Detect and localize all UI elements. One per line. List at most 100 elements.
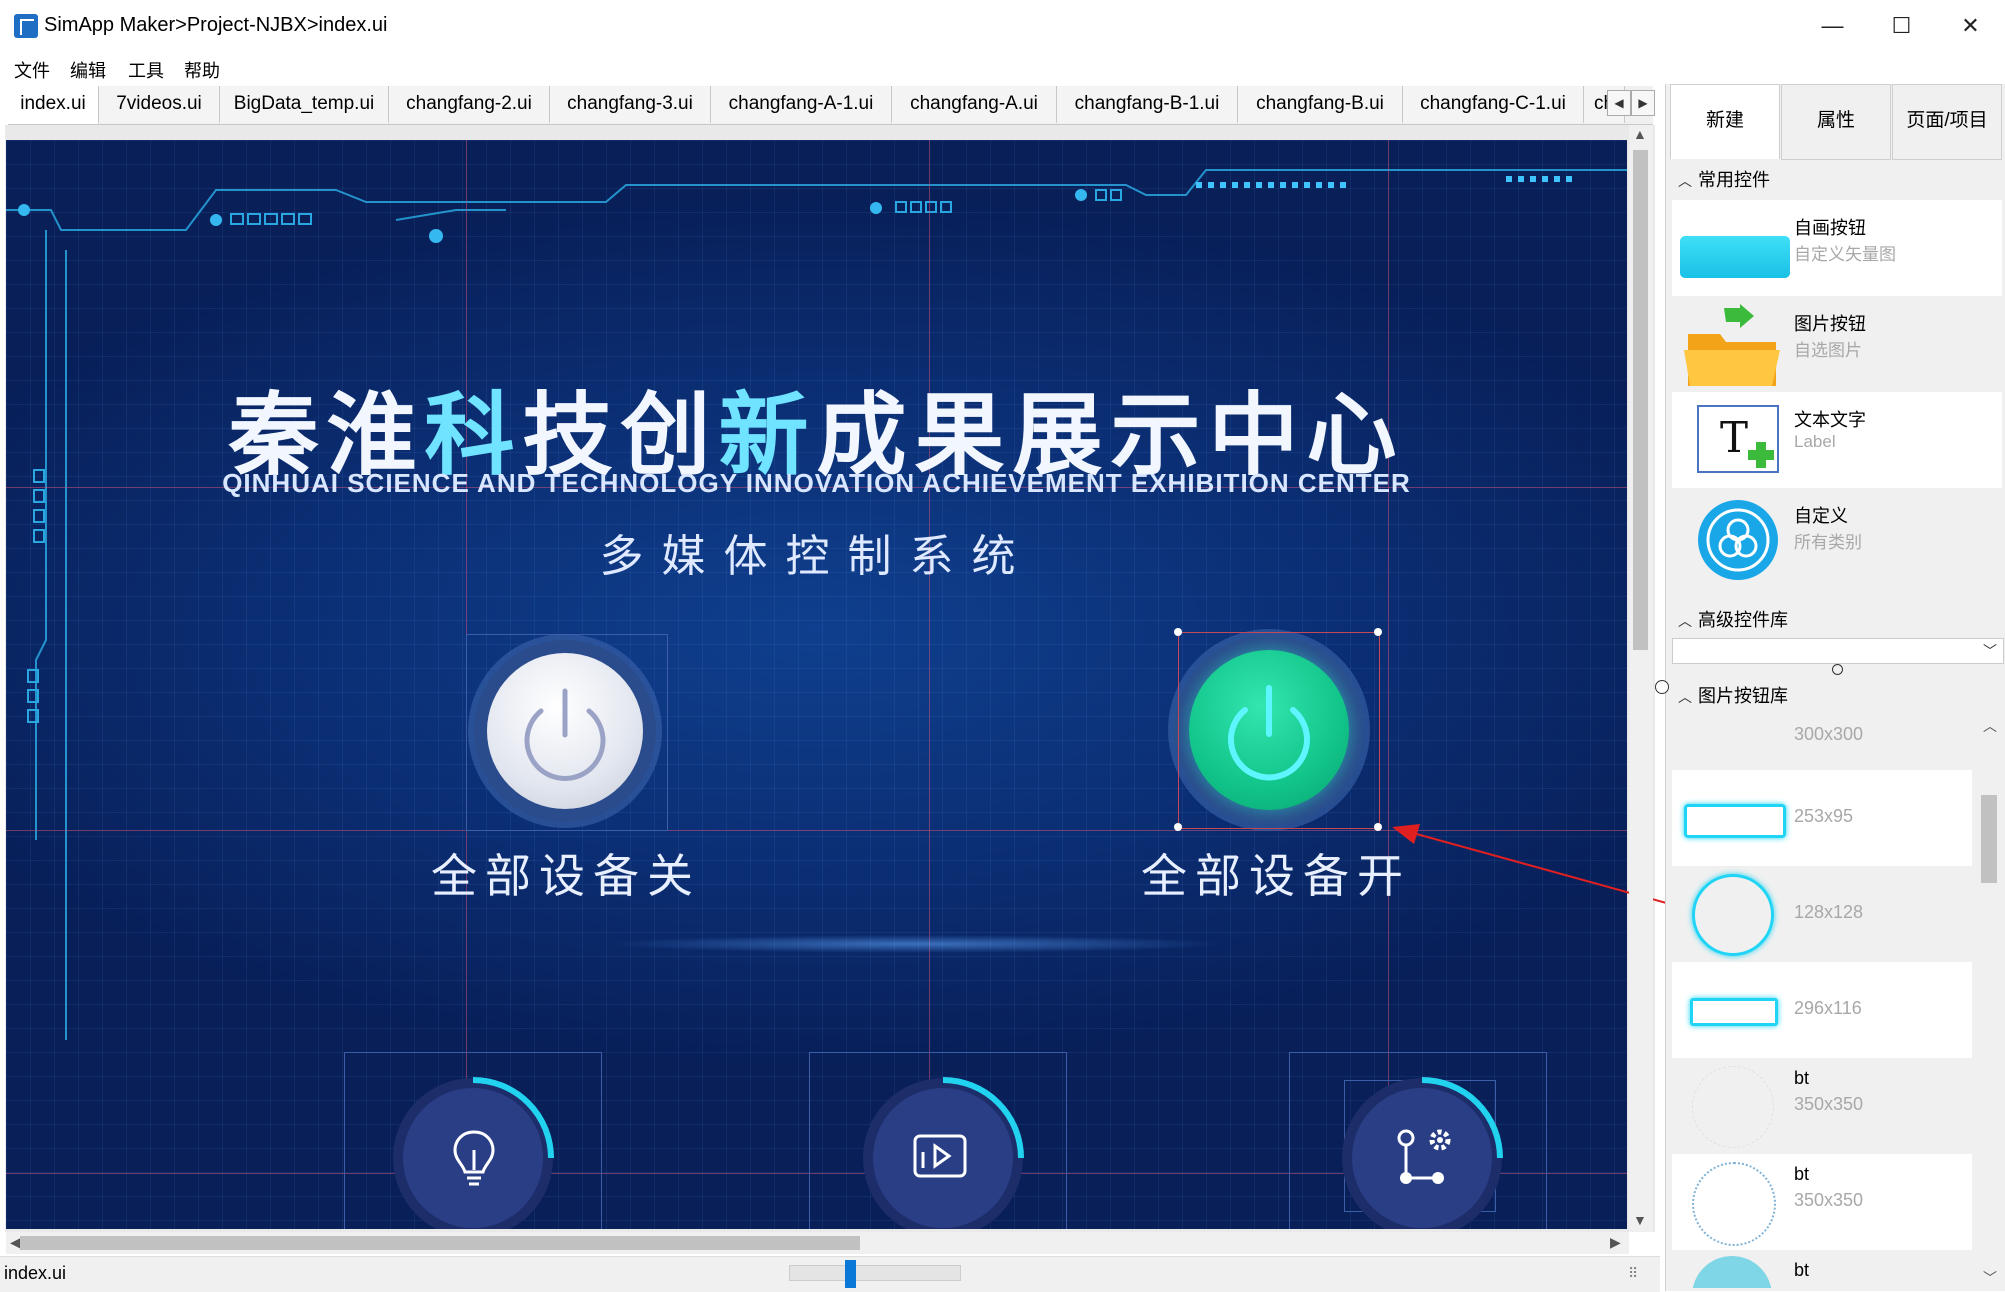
rect-glow-icon (1690, 998, 1778, 1026)
horizontal-scroll-thumb[interactable] (20, 1236, 860, 1250)
chevron-down-icon: ﹀ (1983, 643, 1997, 659)
advanced-widgets-dropdown[interactable]: ﹀ (1672, 638, 2004, 664)
subtitle-chinese: 多媒体控制系统 (599, 532, 1034, 581)
image-button-item[interactable]: bt 350x350 (1672, 1058, 1972, 1154)
image-button-name: bt (1794, 1260, 1810, 1280)
image-button-size: 300x300 (1794, 724, 1864, 744)
resize-grip-icon[interactable]: ⠿ (1628, 1265, 1638, 1282)
selection-box (1178, 632, 1380, 829)
panel-tab-pages[interactable]: 页面/项目 (1892, 84, 2002, 160)
tab-index[interactable]: index.ui (8, 86, 99, 124)
image-button-size: 128x128 (1794, 902, 1864, 922)
power-off-icon (524, 688, 606, 781)
lightbulb-icon (453, 1130, 495, 1186)
collapse-icon: ︿ (1678, 173, 1692, 189)
image-button-item[interactable]: 128x128 (1672, 866, 1972, 962)
subtitle-english: QINHUAI SCIENCE AND TECHNOLOGY INNOVATIO… (222, 468, 1411, 498)
scroll-down-icon[interactable]: ﹀ (1983, 1268, 1997, 1288)
section-image-button-library[interactable]: ︿ 图片按钮库 (1672, 678, 2002, 714)
power-off-face (487, 653, 643, 809)
scroll-up-icon[interactable]: ▲ (1633, 126, 1647, 142)
image-button-name: bt (1794, 1164, 1810, 1184)
widget-text-label[interactable]: T 文本文字 Label (1672, 392, 2002, 488)
text-label-icon: T (1680, 400, 1786, 480)
tab-changfang-b[interactable]: changfang-B.ui (1238, 86, 1403, 123)
panel-splitter-handle[interactable] (1655, 680, 1669, 694)
collapse-icon: ︿ (1678, 689, 1692, 705)
folder-image-icon (1680, 304, 1786, 386)
panel-tab-properties[interactable]: 属性 (1781, 84, 1891, 160)
image-button-item[interactable]: bt (1672, 1250, 1972, 1288)
zoom-slider-thumb[interactable] (845, 1260, 856, 1288)
section-advanced-widgets[interactable]: ︿ 高级控件库 (1672, 602, 2002, 638)
image-button-size: 350x350 (1794, 1094, 1864, 1114)
flat-button-icon (1680, 208, 1790, 288)
image-button-item[interactable]: 296x116 (1672, 962, 1972, 1058)
light-control-button[interactable] (393, 1077, 554, 1229)
image-button-item[interactable]: 300x300 (1672, 714, 1972, 770)
widget-draw-button[interactable]: 自画按钮 自定义矢量图 (1672, 200, 2002, 296)
vertical-scroll-thumb[interactable] (1633, 150, 1648, 650)
selection-handle[interactable] (1174, 823, 1182, 831)
image-button-list: 300x300 253x95 128x128 296x116 bt 350x35… (1672, 714, 1977, 1288)
tab-bigdata-temp[interactable]: BigData_temp.ui (220, 86, 389, 123)
panel-tab-new[interactable]: 新建 (1670, 84, 1780, 159)
widget-name: 文本文字 (1794, 410, 1866, 430)
tab-changfang-2[interactable]: changfang-2.ui (389, 86, 550, 123)
library-scroll-thumb[interactable] (1981, 795, 1997, 883)
tab-changfang-a[interactable]: changfang-A.ui (892, 86, 1057, 123)
image-button-size: 253x95 (1794, 806, 1854, 826)
widget-custom[interactable]: 自定义 所有类别 (1672, 488, 2002, 584)
menu-bar: 文件 编辑 工具 帮助 (0, 52, 2005, 84)
widget-desc: 自选图片 (1794, 341, 1862, 360)
image-button-name: bt (1794, 1068, 1810, 1088)
video-control-button[interactable] (863, 1077, 1024, 1229)
selection-handle[interactable] (1174, 628, 1182, 636)
image-button-item[interactable]: bt 350x350 (1672, 1154, 1972, 1250)
widget-name: 图片按钮 (1794, 314, 1866, 334)
tab-changfang-b-1[interactable]: changfang-B-1.ui (1057, 86, 1238, 123)
maximize-button[interactable]: ☐ (1867, 0, 1936, 52)
collapse-icon: ︿ (1678, 613, 1692, 629)
tab-scroll-right-icon[interactable]: ▶ (1631, 90, 1655, 116)
title-bar: SimApp Maker>Project-NJBX>index.ui — ☐ ✕ (0, 0, 2005, 53)
video-play-icon (913, 1134, 967, 1178)
scroll-up-icon[interactable]: ︿ (1983, 716, 1997, 736)
image-button-item[interactable]: 253x95 (1672, 770, 1972, 866)
selection-handle[interactable] (1374, 628, 1382, 636)
glow-divider (606, 935, 1226, 953)
widget-image-button[interactable]: 图片按钮 自选图片 (1672, 296, 2002, 392)
menu-edit[interactable]: 编辑 (70, 57, 106, 83)
minimize-button[interactable]: — (1798, 0, 1867, 52)
power-off-label: 全部设备关 (431, 850, 701, 902)
menu-tools[interactable]: 工具 (128, 57, 164, 83)
menu-file[interactable]: 文件 (14, 57, 50, 83)
tab-changfang-c-1[interactable]: changfang-C-1.ui (1403, 86, 1584, 123)
document-tabs: index.ui 7videos.ui BigData_temp.ui chan… (8, 86, 1653, 125)
design-canvas[interactable]: 秦淮科技创新成果展示中心 QINHUAI SCIENCE AND TECHNOL… (6, 140, 1627, 1229)
tab-changfang-3[interactable]: changfang-3.ui (550, 86, 711, 123)
svg-text:T: T (1720, 413, 1748, 462)
tab-7videos[interactable]: 7videos.ui (99, 86, 220, 123)
scroll-down-icon[interactable]: ▼ (1633, 1212, 1647, 1228)
device-settings-button[interactable] (1342, 1077, 1503, 1229)
menu-help[interactable]: 帮助 (184, 57, 220, 83)
section-common-widgets[interactable]: ︿ 常用控件 (1672, 162, 2002, 198)
widget-desc: Label (1794, 432, 1836, 451)
close-button[interactable]: ✕ (1936, 0, 2005, 52)
circle-dotted-icon (1692, 1162, 1776, 1246)
zoom-slider[interactable] (789, 1265, 961, 1281)
power-off-button[interactable] (474, 640, 656, 822)
image-button-size: 350x350 (1794, 1190, 1864, 1210)
circle-faint-icon (1692, 1066, 1774, 1148)
widget-desc: 自定义矢量图 (1794, 245, 1896, 264)
circle-filled-icon (1692, 1256, 1772, 1288)
status-filename: index.ui (4, 1263, 67, 1283)
widget-name: 自画按钮 (1794, 218, 1866, 238)
network-settings-icon (1397, 1129, 1451, 1184)
image-button-size: 296x116 (1794, 998, 1862, 1018)
tab-scroll-left-icon[interactable]: ◀ (1607, 90, 1631, 116)
splitter-handle[interactable] (1832, 664, 1843, 675)
tab-changfang-a-1[interactable]: changfang-A-1.ui (711, 86, 892, 123)
scroll-right-icon[interactable]: ▶ (1610, 1234, 1621, 1251)
